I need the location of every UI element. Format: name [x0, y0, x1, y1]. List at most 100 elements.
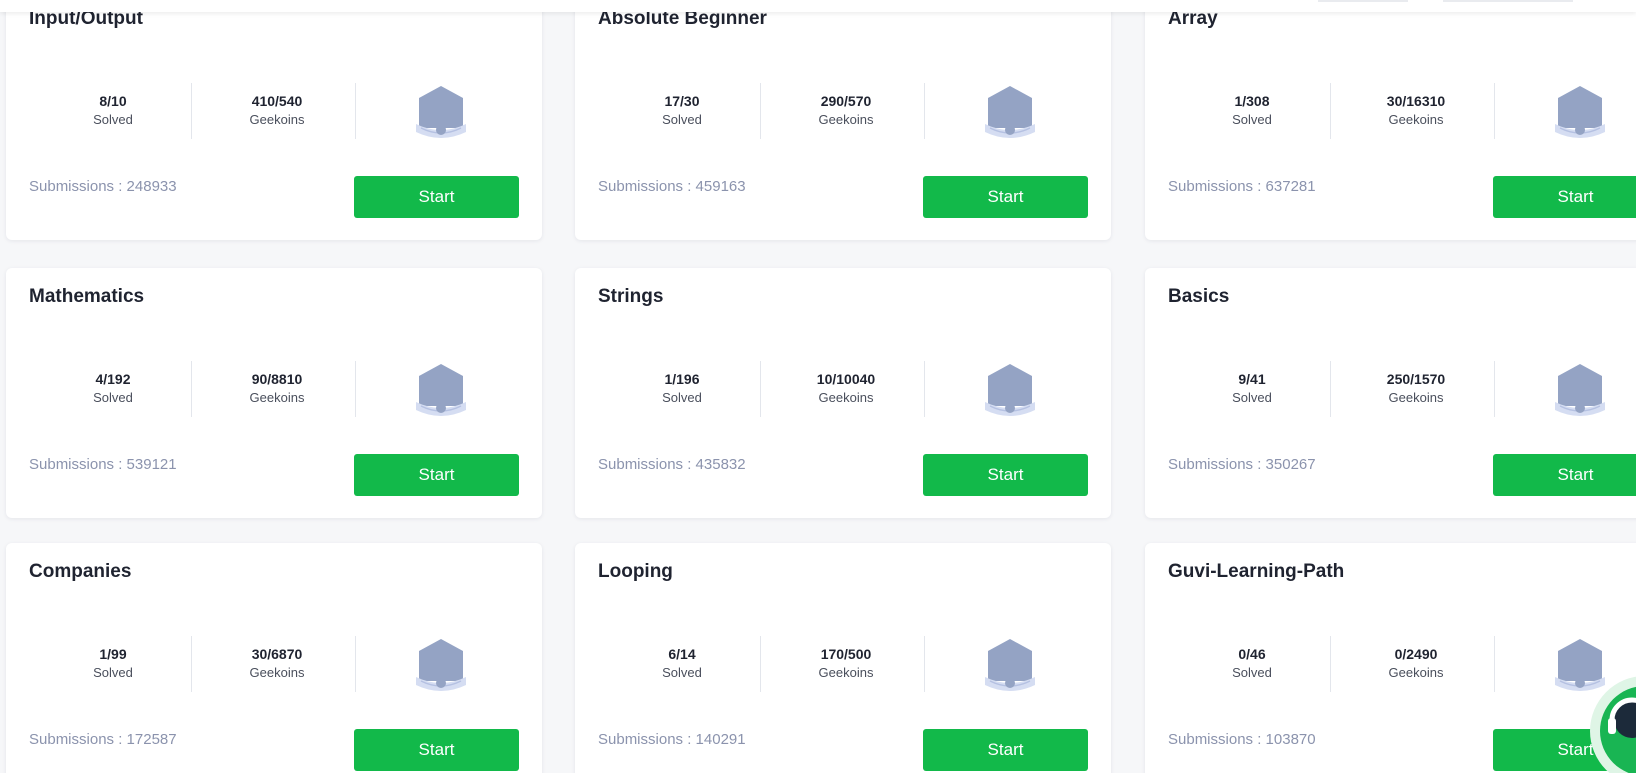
stat-divider: [1330, 636, 1331, 692]
solved-count: 8/10: [99, 93, 127, 109]
badge-icon: [413, 362, 469, 418]
geekoins-count: 250/1570: [1386, 371, 1446, 387]
geekoins-label: Geekoins: [1388, 112, 1444, 127]
header-control[interactable]: [1443, 0, 1573, 2]
badge-icon: [413, 637, 469, 693]
stat-divider: [355, 83, 356, 139]
stat-divider: [355, 361, 356, 417]
geekoins-label: Geekoins: [818, 112, 874, 127]
start-button[interactable]: Start: [923, 176, 1088, 218]
start-button[interactable]: Start: [354, 454, 519, 496]
solved-stat: 17/30 Solved: [607, 92, 757, 130]
start-button[interactable]: Start: [354, 729, 519, 771]
track-title[interactable]: Mathematics: [29, 286, 144, 308]
geekoins-label: Geekoins: [249, 665, 305, 680]
track-title[interactable]: Looping: [598, 561, 673, 583]
geekoins-label: Geekoins: [818, 665, 874, 680]
submissions-count: Submissions : 539121: [29, 456, 177, 473]
submissions-count: Submissions : 637281: [1168, 178, 1316, 195]
track-card: Guvi-Learning-Path 0/46 Solved 0/2490 Geekoi…: [1145, 543, 1636, 773]
solved-stat: 0/46 Solved: [1177, 645, 1327, 683]
badge-icon: [982, 637, 1038, 693]
badge-icon: [982, 362, 1038, 418]
geekoins-label: Geekoins: [818, 390, 874, 405]
start-button[interactable]: Start: [923, 454, 1088, 496]
track-title[interactable]: Companies: [29, 561, 131, 583]
geekoins-count: 410/540: [251, 93, 303, 109]
badge-icon: [1552, 362, 1608, 418]
track-title[interactable]: Basics: [1168, 286, 1229, 308]
solved-label: Solved: [93, 112, 133, 127]
solved-label: Solved: [662, 112, 702, 127]
track-card: Strings 1/196 Solved 10/10040 Geekoins Submis…: [575, 268, 1111, 518]
geekoins-label: Geekoins: [1388, 665, 1444, 680]
badge-icon: [982, 84, 1038, 140]
geekoins-count: 0/2490: [1394, 646, 1438, 662]
start-button[interactable]: Start: [1493, 454, 1636, 496]
stat-divider: [1330, 83, 1331, 139]
submissions-count: Submissions : 172587: [29, 731, 177, 748]
stat-divider: [1494, 83, 1495, 139]
solved-count: 4/192: [95, 371, 131, 387]
solved-label: Solved: [1232, 390, 1272, 405]
geekoins-label: Geekoins: [249, 112, 305, 127]
geekoins-count: 10/10040: [816, 371, 876, 387]
submissions-count: Submissions : 459163: [598, 178, 746, 195]
solved-count: 6/14: [668, 646, 696, 662]
solved-label: Solved: [1232, 665, 1272, 680]
practice-tracks-page: Input/Output 8/10 Solved 410/540 Geekoins Sub…: [0, 0, 1636, 773]
stat-divider: [191, 636, 192, 692]
stat-divider: [760, 636, 761, 692]
submissions-count: Submissions : 248933: [29, 178, 177, 195]
stat-divider: [355, 636, 356, 692]
geekoins-label: Geekoins: [1388, 390, 1444, 405]
track-card: Companies 1/99 Solved 30/6870 Geekoins Submis…: [6, 543, 542, 773]
geekoins-count: 290/570: [820, 93, 872, 109]
geekoins-stat: 250/1570 Geekoins: [1341, 370, 1491, 408]
geekoins-stat: 30/16310 Geekoins: [1341, 92, 1491, 130]
stat-divider: [924, 361, 925, 417]
start-button[interactable]: Start: [354, 176, 519, 218]
stat-divider: [1494, 636, 1495, 692]
badge-icon: [1552, 84, 1608, 140]
track-card: Array 1/308 Solved 30/16310 Geekoins Submissi…: [1145, 0, 1636, 240]
solved-label: Solved: [93, 390, 133, 405]
support-headset-icon: [1608, 697, 1636, 738]
geekoins-count: 170/500: [820, 646, 872, 662]
track-title[interactable]: Guvi-Learning-Path: [1168, 561, 1344, 583]
geekoins-label: Geekoins: [249, 390, 305, 405]
stat-divider: [191, 83, 192, 139]
stat-divider: [1494, 361, 1495, 417]
geekoins-stat: 10/10040 Geekoins: [771, 370, 921, 408]
start-button[interactable]: Start: [1493, 176, 1636, 218]
submissions-count: Submissions : 103870: [1168, 731, 1316, 748]
solved-label: Solved: [93, 665, 133, 680]
solved-stat: 8/10 Solved: [38, 92, 188, 130]
solved-label: Solved: [662, 390, 702, 405]
track-card: Input/Output 8/10 Solved 410/540 Geekoins Sub…: [6, 0, 542, 240]
geekoins-stat: 170/500 Geekoins: [771, 645, 921, 683]
solved-count: 1/99: [99, 646, 127, 662]
track-title[interactable]: Strings: [598, 286, 663, 308]
stat-divider: [1330, 361, 1331, 417]
stat-divider: [191, 361, 192, 417]
geekoins-stat: 90/8810 Geekoins: [202, 370, 352, 408]
start-button[interactable]: Start: [923, 729, 1088, 771]
geekoins-count: 30/16310: [1386, 93, 1446, 109]
top-header-bar: [0, 0, 1636, 12]
solved-count: 1/308: [1234, 93, 1270, 109]
solved-stat: 4/192 Solved: [38, 370, 188, 408]
solved-count: 17/30: [664, 93, 700, 109]
solved-label: Solved: [1232, 112, 1272, 127]
submissions-count: Submissions : 140291: [598, 731, 746, 748]
solved-stat: 1/308 Solved: [1177, 92, 1327, 130]
geekoins-count: 90/8810: [251, 371, 303, 387]
submissions-count: Submissions : 435832: [598, 456, 746, 473]
geekoins-count: 30/6870: [251, 646, 303, 662]
header-control[interactable]: [1318, 0, 1408, 2]
solved-label: Solved: [662, 665, 702, 680]
solved-stat: 1/99 Solved: [38, 645, 188, 683]
badge-icon: [413, 84, 469, 140]
stat-divider: [924, 83, 925, 139]
badge-icon: [1552, 637, 1608, 693]
